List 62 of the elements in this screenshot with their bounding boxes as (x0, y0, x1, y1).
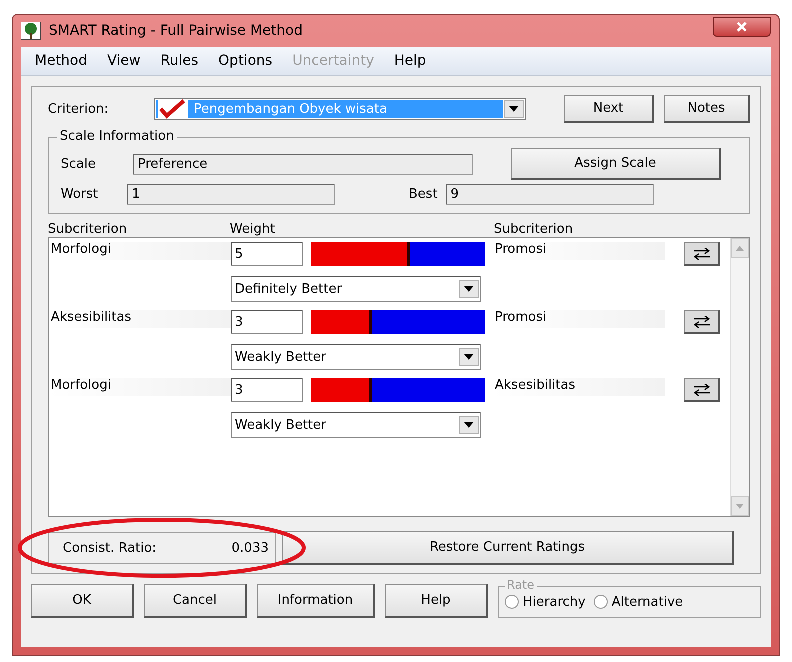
caret-icon (464, 354, 474, 360)
caret-icon (464, 286, 474, 292)
swap-arrows-icon (692, 384, 712, 396)
verbal-rating-dropdown[interactable]: Definitely Better (231, 276, 481, 302)
swap-button[interactable] (684, 310, 720, 334)
radio-button[interactable] (505, 595, 519, 609)
next-button[interactable]: Next (564, 95, 654, 123)
subcriterion-name: Morfologi (49, 242, 231, 260)
subcriterion-name: Morfologi (49, 378, 231, 396)
caret-icon (509, 106, 519, 112)
subcriterion-name: Promosi (493, 242, 665, 260)
swap-arrows-icon (692, 248, 712, 260)
notes-button[interactable]: Notes (664, 95, 750, 123)
menu-item[interactable]: Options (208, 53, 283, 69)
dialog-button[interactable]: Help (385, 584, 488, 618)
weight-slider[interactable] (311, 242, 485, 266)
consistency-ratio-value: 0.033 (232, 540, 269, 556)
tree-icon (21, 22, 41, 40)
weight-input[interactable]: 3 (231, 378, 303, 402)
consistency-ratio-label: Consist. Ratio: (63, 540, 157, 556)
menu-item[interactable]: View (98, 53, 151, 69)
assign-scale-button[interactable]: Assign Scale (511, 148, 721, 180)
dialog-button[interactable]: Cancel (144, 584, 247, 618)
close-button[interactable] (713, 17, 771, 37)
verbal-rating-dropdown[interactable]: Weakly Better (231, 344, 481, 370)
swap-button[interactable] (684, 242, 720, 266)
dialog-button[interactable]: OK (31, 584, 134, 618)
window-title: SMART Rating - Full Pairwise Method (49, 23, 304, 39)
criterion-label: Criterion: (48, 102, 109, 116)
scroll-up-icon[interactable] (736, 246, 744, 250)
best-label: Best (409, 187, 438, 202)
restore-ratings-button[interactable]: Restore Current Ratings (282, 531, 734, 565)
weight-input[interactable]: 3 (231, 310, 303, 334)
worst-label: Worst (61, 187, 100, 202)
checkmark-icon (158, 99, 188, 119)
worst-field[interactable]: 1 (127, 184, 335, 205)
menu-item[interactable]: Method (25, 53, 98, 69)
verbal-rating-dropdown[interactable]: Weakly Better (231, 412, 481, 438)
menu-item[interactable]: Rules (150, 53, 209, 69)
caret-icon (464, 422, 474, 428)
group-title: Rate (505, 578, 537, 592)
menu-item[interactable]: Help (384, 53, 436, 69)
radio-label: Hierarchy (523, 594, 586, 610)
column-header: Subcriterion (48, 222, 128, 237)
subcriterion-name: Aksesibilitas (493, 378, 665, 396)
subcriterion-name: Promosi (493, 310, 665, 328)
scale-label: Scale (61, 156, 97, 172)
scale-field[interactable]: Preference (133, 154, 473, 174)
best-field[interactable]: 9 (446, 184, 654, 205)
weight-slider[interactable] (311, 378, 485, 402)
radio-button[interactable] (594, 595, 608, 609)
weight-slider[interactable] (311, 310, 485, 334)
swap-button[interactable] (684, 378, 720, 402)
swap-arrows-icon (692, 316, 712, 328)
subcriterion-name: Aksesibilitas (49, 310, 231, 328)
dialog-button[interactable]: Information (257, 584, 375, 618)
radio-label: Alternative (612, 594, 684, 610)
scroll-down-icon[interactable] (736, 504, 744, 508)
column-header: Subcriterion (494, 222, 574, 237)
weight-input[interactable]: 5 (231, 242, 303, 266)
column-header: Weight (230, 222, 276, 237)
close-icon (736, 22, 748, 32)
